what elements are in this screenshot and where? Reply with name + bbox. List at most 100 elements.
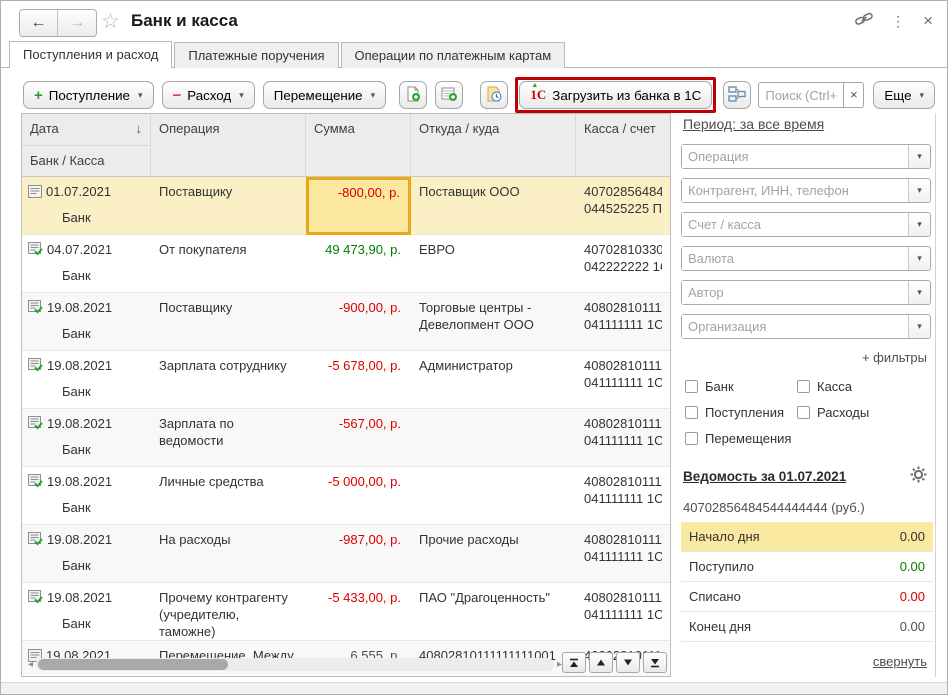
expense-button[interactable]: − Расход ▾ — [162, 81, 255, 109]
expenses-checkbox[interactable] — [797, 406, 810, 419]
receipts-checkbox[interactable] — [685, 406, 698, 419]
tab-receipts-expense[interactable]: Поступления и расход — [9, 41, 172, 68]
author-filter-input[interactable] — [682, 281, 908, 304]
scrollbar-track[interactable] — [36, 658, 554, 671]
document-posted-icon — [28, 532, 43, 550]
plus-icon: + — [34, 87, 43, 104]
table-row[interactable]: 01.07.2021Банк Поставщику -800,00, р. По… — [22, 177, 670, 235]
filter-author: ▾ — [681, 280, 931, 305]
scrollbar-thumb[interactable] — [38, 659, 228, 670]
column-header-sum[interactable]: Сумма — [306, 114, 411, 176]
table-row[interactable]: 19.08.2021Банк Зарплата сотруднику -5 67… — [22, 351, 670, 409]
checkbox-cash: Касса — [797, 379, 852, 394]
transfer-button[interactable]: Перемещение ▾ — [263, 81, 386, 109]
tab-payment-orders[interactable]: Платежные поручения — [174, 42, 338, 68]
scroll-left-icon[interactable]: ◂ — [25, 659, 36, 670]
chevron-down-icon[interactable]: ▾ — [908, 179, 930, 202]
one-c-logo-icon: 1С — [530, 87, 546, 103]
document-add-icon — [405, 86, 421, 105]
chevron-down-icon[interactable]: ▾ — [908, 281, 930, 304]
checkbox-expenses: Расходы — [797, 405, 869, 420]
sort-desc-icon: ↓ — [136, 121, 143, 145]
account-filter-input[interactable] — [682, 213, 908, 236]
column-header-from-to[interactable]: Откуда / куда — [411, 114, 576, 176]
document-structure-button[interactable] — [723, 81, 751, 109]
document-posted-icon — [28, 358, 43, 376]
link-icon[interactable] — [855, 12, 873, 30]
collapse-link[interactable]: свернуть — [873, 654, 927, 669]
gear-icon[interactable] — [910, 466, 927, 486]
row-navigation — [562, 652, 667, 673]
column-header-cash-account[interactable]: Касса / счет — [576, 114, 670, 176]
table-row[interactable]: 19.08.2021Банк Личные средства -5 000,00… — [22, 467, 670, 525]
selected-cell[interactable]: -800,00, р. — [306, 177, 411, 235]
table-row[interactable]: 19.08.2021Банк Поставщику -900,00, р. То… — [22, 293, 670, 351]
column-header-bank-cash[interactable]: Банк / Касса — [22, 146, 150, 177]
favorite-star-icon[interactable]: ☆ — [101, 9, 120, 34]
table-header: Дата ↓ Банк / Касса Операция Сумма Откуд… — [22, 114, 670, 177]
create-document-button[interactable] — [399, 81, 427, 109]
checkbox-receipts: Поступления — [685, 405, 784, 420]
organization-filter-input[interactable] — [682, 315, 908, 338]
more-menu-icon[interactable]: ⋮ — [891, 13, 905, 30]
transfers-checkbox[interactable] — [685, 432, 698, 445]
document-unposted-icon — [28, 185, 42, 202]
chevron-down-icon[interactable]: ▾ — [908, 247, 930, 270]
summary-row-received: Поступило0.00 — [681, 552, 933, 582]
highlight-frame: 1С Загрузить из банка в 1С — [515, 77, 716, 113]
bank-checkbox[interactable] — [685, 380, 698, 393]
statement-link[interactable]: Ведомость за 01.07.2021 — [683, 469, 846, 484]
column-header-date[interactable]: Дата ↓ — [22, 114, 150, 146]
structure-icon — [728, 86, 746, 105]
add-filters-link[interactable]: + фильтры — [862, 350, 927, 365]
chevron-down-icon: ▾ — [138, 90, 143, 101]
close-icon[interactable]: × — [923, 11, 933, 31]
minus-icon: − — [173, 87, 182, 104]
horizontal-scrollbar[interactable]: ◂ ▸ — [25, 657, 565, 671]
search-clear-icon[interactable]: × — [844, 82, 864, 108]
history-nav: ← → — [19, 9, 97, 37]
load-from-bank-button[interactable]: 1С Загрузить из банка в 1С — [519, 81, 712, 109]
statement-summary: Начало дня0.00 Поступило0.00 Списано0.00… — [681, 522, 933, 642]
period-link[interactable]: Период: за все время — [683, 116, 824, 132]
search-input[interactable] — [758, 82, 844, 108]
filter-currency: ▾ — [681, 246, 931, 271]
chevron-down-icon[interactable]: ▾ — [908, 213, 930, 236]
column-header-operation[interactable]: Операция — [151, 114, 306, 176]
planned-payment-button[interactable] — [480, 81, 508, 109]
go-next-button[interactable] — [616, 652, 640, 673]
forward-button[interactable]: → — [58, 10, 96, 36]
filter-panel: Период: за все время ▾ ▾ ▾ ▾ ▾ ▾ + фильт… — [679, 113, 936, 677]
table-row[interactable]: 19.08.2021Банк Зарплата по ведомости -56… — [22, 409, 670, 467]
create-based-on-button[interactable] — [435, 81, 463, 109]
go-last-button[interactable] — [643, 652, 667, 673]
toolbar: + Поступление ▾ − Расход ▾ Перемещение ▾ — [23, 77, 935, 113]
go-first-button[interactable] — [562, 652, 586, 673]
table-row[interactable]: 04.07.2021Банк От покупателя 49 473,90, … — [22, 235, 670, 293]
table-row[interactable]: 19.08.2021Банк На расходы -987,00, р. Пр… — [22, 525, 670, 583]
document-posted-icon — [28, 474, 43, 492]
counterparty-filter-input[interactable] — [682, 179, 908, 202]
checkbox-bank: Банк — [685, 379, 734, 394]
table-row[interactable]: 19.08.2021Банк Прочему контрагенту (учре… — [22, 583, 670, 641]
more-button[interactable]: Еще ▾ — [873, 81, 935, 109]
chevron-down-icon[interactable]: ▾ — [908, 145, 930, 168]
app-window: ← → ☆ Банк и касса ⋮ × Поступления и рас… — [0, 0, 948, 695]
document-posted-icon — [28, 416, 43, 434]
filter-operation: ▾ — [681, 144, 931, 169]
tab-card-operations[interactable]: Операции по платежным картам — [341, 42, 566, 68]
summary-row-end: Конец дня0.00 — [681, 612, 933, 642]
filter-counterparty: ▾ — [681, 178, 931, 203]
currency-filter-input[interactable] — [682, 247, 908, 270]
back-button[interactable]: ← — [20, 10, 58, 36]
summary-row-written-off: Списано0.00 — [681, 582, 933, 612]
cash-checkbox[interactable] — [797, 380, 810, 393]
receipt-button[interactable]: + Поступление ▾ — [23, 81, 154, 109]
operation-filter-input[interactable] — [682, 145, 908, 168]
document-posted-icon — [28, 242, 43, 260]
chevron-down-icon[interactable]: ▾ — [908, 315, 930, 338]
statement-account: 40702856484544444444 (руб.) — [683, 500, 865, 515]
tab-bar: Поступления и расход Платежные поручения… — [9, 41, 565, 68]
go-previous-button[interactable] — [589, 652, 613, 673]
page-title: Банк и касса — [131, 11, 238, 31]
